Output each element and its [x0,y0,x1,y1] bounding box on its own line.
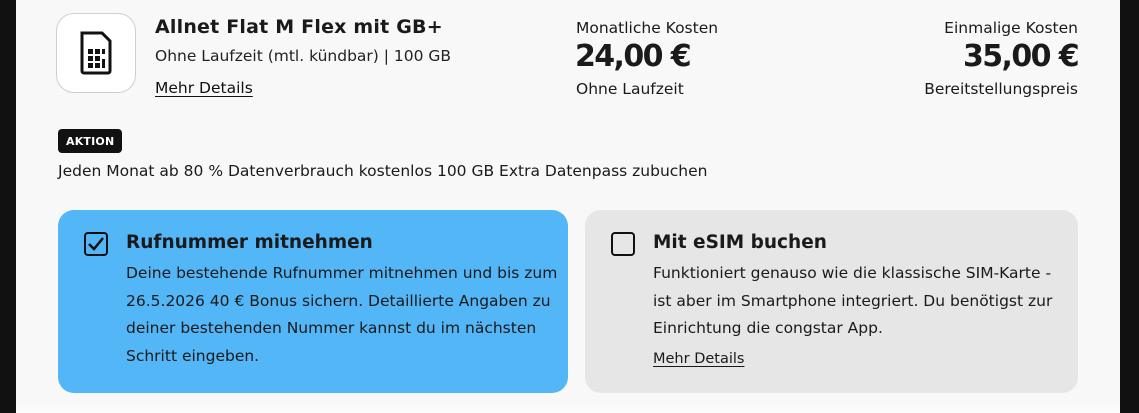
esim-details-link[interactable]: Mehr Details [653,351,744,367]
esim-checkbox[interactable] [611,232,635,256]
sim-card-icon-box [56,13,136,93]
one-time-cost-price: 35,00 € [962,39,1080,74]
esim-title: Mit eSIM buchen [653,232,827,253]
checkmark-icon [88,237,104,251]
one-time-cost-note: Bereitstellungspreis [924,80,1078,98]
description-line: ist aber im Smartphone integriert. Du be… [653,291,1053,310]
bottom-fade [16,401,1120,413]
description-line: 26.5.2026 40 € Bonus sichern. Detaillier… [126,291,551,310]
monthly-cost-note: Ohne Laufzeit [576,80,684,98]
esim-option[interactable]: Mit eSIM buchen Funktioniert genauso wie… [585,210,1078,393]
tariff-details-link[interactable]: Mehr Details [155,79,253,97]
promo-badge: AKTION [58,129,123,153]
right-border [1120,0,1139,413]
tariff-subtitle: Ohne Laufzeit (mtl. kündbar) | 100 GB [155,47,452,65]
one-time-cost-label: Einmalige Kosten [944,19,1078,37]
esim-description: Funktioniert genauso wie die klassische … [653,260,1052,343]
tariff-name: Allnet Flat M Flex mit GB+ [155,16,443,38]
port-number-description: Deine bestehende Rufnummer mitnehmen und… [126,260,557,370]
description-line: Einrichtung die congstar App. [653,319,883,337]
description-line: Deine bestehende Rufnummer mitnehmen und… [126,264,558,282]
port-number-checkbox[interactable] [84,232,108,256]
tariff-card: Allnet Flat M Flex mit GB+ Ohne Laufzeit… [16,0,1120,413]
sim-card-icon [80,31,112,75]
port-number-option[interactable]: Rufnummer mitnehmen Deine bestehende Ruf… [58,210,568,393]
port-number-title: Rufnummer mitnehmen [126,232,373,253]
description-line: Funktioniert genauso wie die klassische … [653,264,1052,282]
monthly-cost-label: Monatliche Kosten [576,19,719,37]
left-border [0,0,16,413]
monthly-cost-price: 24,00 € [575,39,692,74]
promo-text: Jeden Monat ab 80 % Datenverbrauch koste… [58,162,708,180]
description-line: deiner bestehenden Nummer kannst du im n… [126,319,537,337]
description-line: Schritt eingeben. [126,346,260,365]
